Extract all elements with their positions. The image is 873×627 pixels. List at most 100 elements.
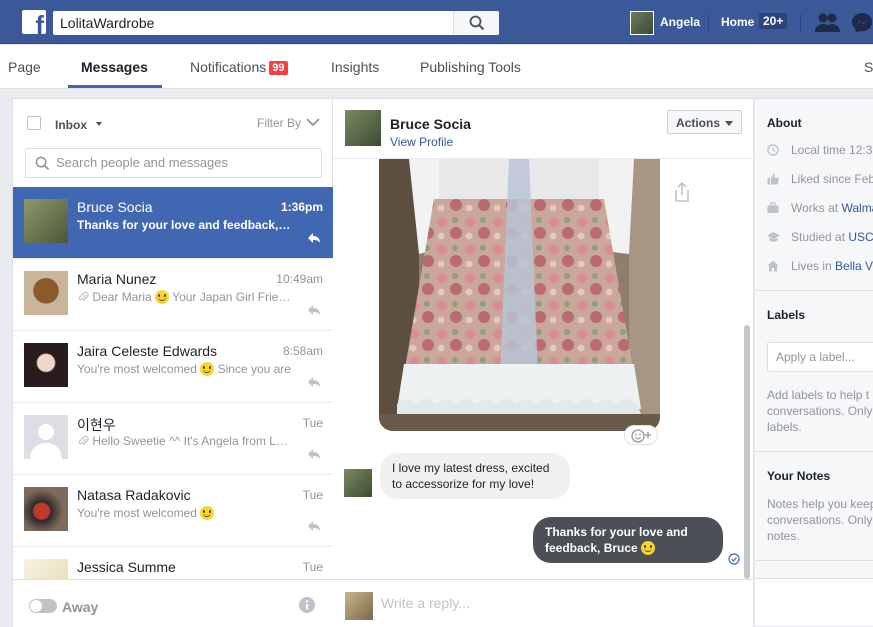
about-work: Works at Walma — [767, 201, 873, 219]
search-icon — [35, 156, 50, 171]
smiley-emoji-icon — [641, 541, 656, 555]
conversation-row[interactable]: Natasa Radakovic Tue You're most welcome… — [13, 475, 333, 547]
add-reaction-button[interactable] — [624, 425, 658, 445]
about-education: Studied at USC — [767, 230, 873, 248]
messenger-icon[interactable] — [851, 12, 873, 34]
conversation-row[interactable]: 이현우 Tue Hello Sweetie ^^ It's Angela fro… — [13, 403, 333, 475]
sent-check-icon — [728, 553, 740, 565]
tab-page[interactable]: Page — [8, 59, 41, 75]
select-all-checkbox[interactable] — [27, 116, 41, 130]
active-tab-indicator — [68, 85, 162, 88]
divider — [755, 290, 873, 291]
user-avatar[interactable] — [630, 11, 654, 35]
smiley-emoji-icon — [200, 506, 215, 520]
tab-settings[interactable]: S — [864, 59, 873, 75]
conversation-search-input[interactable] — [56, 155, 316, 170]
search-button[interactable] — [453, 11, 499, 35]
divider — [708, 14, 709, 32]
labels-help-text: Add labels to help t conversations. Only… — [767, 388, 873, 434]
location-link[interactable]: Bella V — [835, 259, 873, 273]
message-thread-panel: Bruce Socia View Profile Actions I love … — [333, 98, 754, 627]
outgoing-message-bubble[interactable]: Thanks for your love and feedback, Bruce — [533, 517, 723, 563]
conversation-time: 10:49am — [276, 272, 323, 286]
view-profile-link[interactable]: View Profile — [390, 135, 453, 149]
friend-requests-icon[interactable] — [815, 12, 841, 34]
dress-photo[interactable] — [379, 159, 660, 431]
smiley-plus-icon — [631, 429, 651, 443]
inbox-dropdown[interactable]: Inbox — [55, 118, 87, 132]
outgoing-message-text: Thanks for your love and feedback, Bruce — [545, 525, 688, 555]
contact-info-panel: About Local time 12:3 Liked since Feb Wo… — [755, 98, 873, 578]
reply-icon[interactable] — [307, 304, 321, 316]
tab-insights[interactable]: Insights — [331, 59, 379, 75]
notes-heading: Your Notes — [767, 469, 831, 483]
avatar — [24, 343, 68, 387]
conversation-row[interactable]: Jessica Summe Tue — [13, 547, 333, 579]
home-icon — [767, 260, 779, 272]
reply-icon[interactable] — [307, 376, 321, 388]
conversation-name: Jessica Summe — [77, 559, 176, 575]
info-icon[interactable] — [299, 597, 315, 613]
conversation-name: Natasa Radakovic — [77, 487, 191, 503]
reply-icon[interactable] — [307, 448, 321, 460]
home-link[interactable]: Home — [721, 15, 754, 29]
incoming-message-bubble[interactable]: I love my latest dress, excited to acces… — [380, 453, 570, 499]
user-name-link[interactable]: Angela — [660, 15, 700, 29]
about-location: Lives in Bella V — [767, 259, 873, 277]
smiley-emoji-icon — [200, 362, 215, 376]
contact-info-footer — [755, 578, 873, 626]
filter-by-button[interactable]: Filter By — [257, 116, 301, 130]
workplace-link[interactable]: Walma — [841, 201, 873, 215]
inbox-footer: Away — [13, 579, 333, 627]
actions-dropdown-button[interactable]: Actions — [667, 110, 742, 134]
actions-label: Actions — [676, 116, 721, 130]
conversation-time: 8:58am — [282, 344, 323, 358]
snippet-text: You're most welcomed — [77, 362, 197, 376]
conversation-snippet: You're most welcomed — [77, 506, 292, 520]
conversation-list: Bruce Socia 1:36pm Thanks for your love … — [13, 187, 333, 579]
divider — [800, 14, 801, 32]
caret-down-icon[interactable] — [96, 122, 102, 126]
tab-messages[interactable]: Messages — [81, 59, 148, 75]
conversation-snippet: Dear Maria Your Japan Girl Friends — [77, 290, 292, 304]
tab-notifications-label: Notifications — [190, 59, 267, 75]
default-avatar-icon — [24, 415, 68, 459]
conversation-row[interactable]: Bruce Socia 1:36pm Thanks for your love … — [13, 187, 333, 259]
contact-name[interactable]: Bruce Socia — [390, 116, 471, 132]
conversation-row[interactable]: Jaira Celeste Edwards 8:58am You're most… — [13, 331, 333, 403]
inbox-header: Inbox Filter By — [13, 99, 333, 189]
tab-notifications[interactable]: Notifications 99 — [190, 59, 288, 75]
conversation-name: Maria Nunez — [77, 271, 157, 287]
notes-help-text: Notes help you keep conversations. Only … — [767, 497, 873, 543]
inbox-panel: Inbox Filter By Bruce Socia 1:36pm Thank… — [12, 98, 333, 627]
tab-publishing-tools[interactable]: Publishing Tools — [420, 59, 521, 75]
thread-scrollbar[interactable] — [744, 325, 750, 579]
reply-input[interactable] — [381, 595, 681, 611]
conversation-time: 1:36pm — [280, 200, 323, 214]
smiley-emoji-icon — [155, 290, 170, 304]
chevron-down-icon[interactable] — [306, 117, 320, 127]
conversation-search — [25, 148, 322, 178]
reply-icon[interactable] — [307, 520, 321, 532]
away-label: Away — [62, 599, 99, 615]
conversation-row[interactable]: Maria Nunez 10:49am Dear Maria Your Japa… — [13, 259, 333, 331]
avatar — [24, 487, 68, 531]
global-search-input[interactable] — [53, 11, 453, 35]
avatar — [24, 559, 68, 579]
conversation-time: Tue — [302, 416, 323, 430]
avatar — [24, 271, 68, 315]
away-toggle[interactable] — [29, 599, 57, 613]
attachment-icon — [78, 435, 89, 446]
apply-label-input[interactable] — [776, 350, 873, 364]
conversation-snippet: Thanks for your love and feedback, Bruce — [77, 218, 292, 232]
share-icon[interactable] — [673, 181, 691, 203]
divider — [755, 451, 873, 452]
contact-avatar[interactable] — [345, 110, 381, 146]
global-search-box — [53, 11, 499, 35]
about-heading: About — [767, 116, 802, 130]
school-link[interactable]: USC — [848, 230, 873, 244]
home-count-badge: 20+ — [759, 13, 788, 29]
about-local-time: Local time 12:3 — [767, 143, 873, 161]
conversation-time: Tue — [302, 488, 323, 502]
facebook-logo[interactable]: f — [22, 10, 46, 38]
